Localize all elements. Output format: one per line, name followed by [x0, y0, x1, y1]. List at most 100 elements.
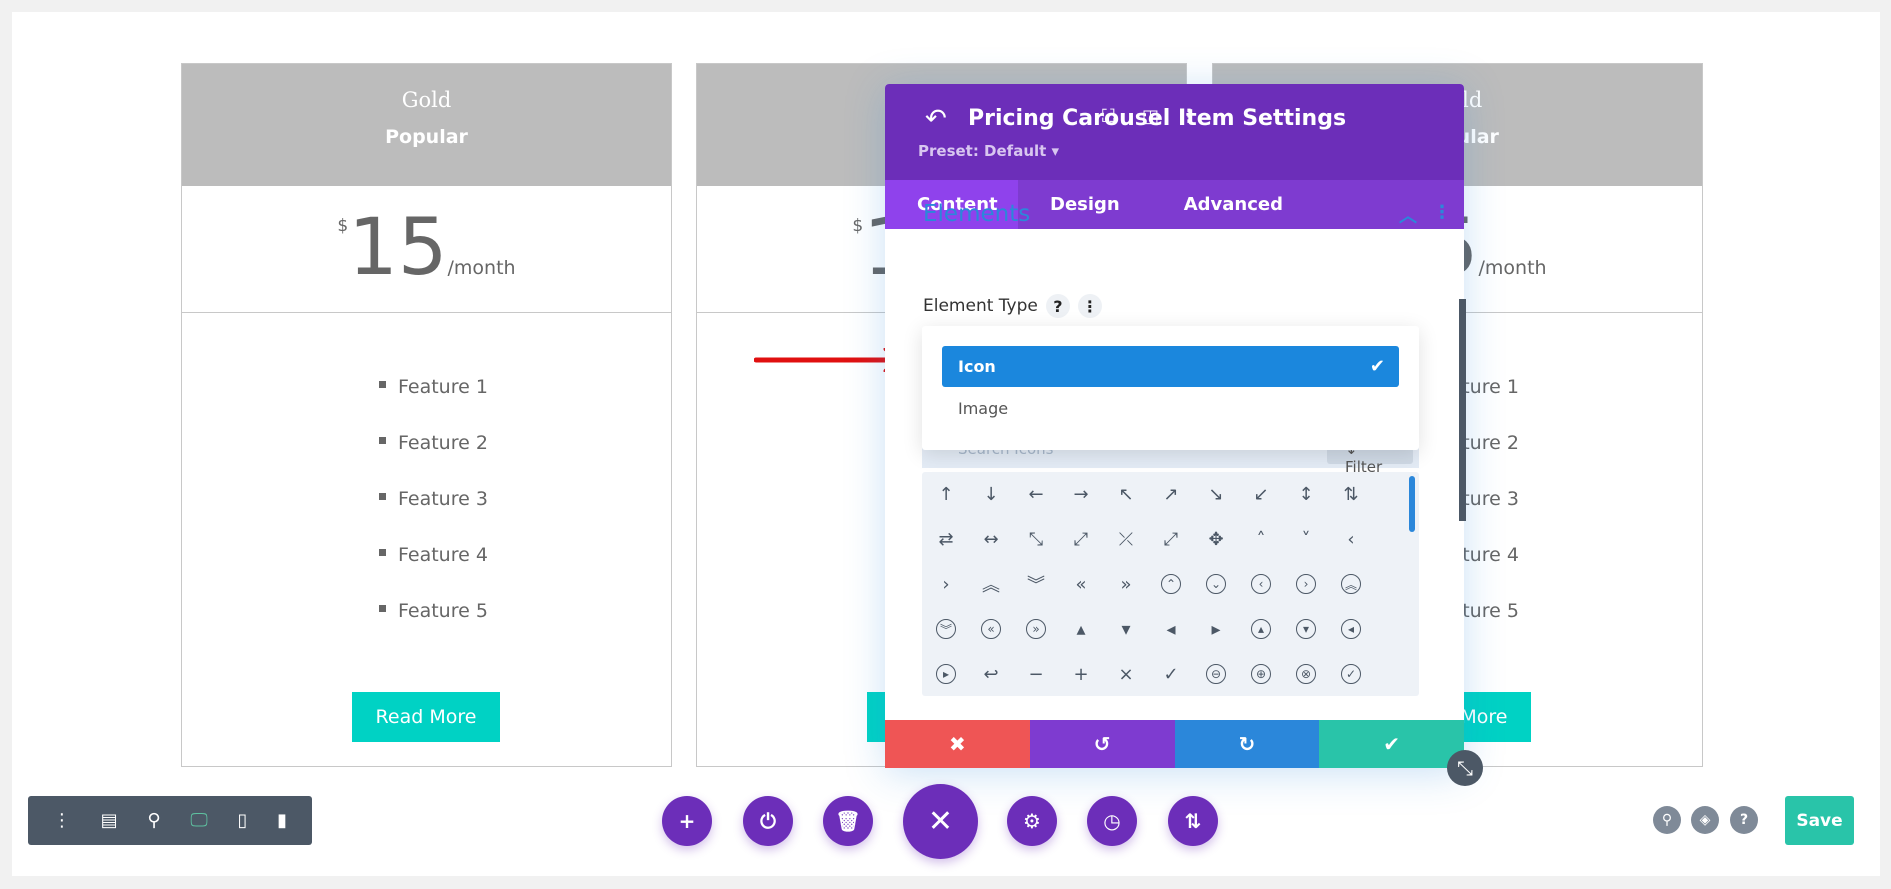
clear-layout-button[interactable]: 🗑	[823, 796, 873, 846]
option-icon[interactable]: Icon ✔	[942, 346, 1399, 387]
circle-minus-icon[interactable]: ⊖	[1206, 664, 1226, 684]
option-label: Image	[958, 399, 1009, 418]
circle-triangle-up-icon[interactable]: ▴	[1251, 619, 1271, 639]
help-icon[interactable]: ?	[1730, 806, 1758, 834]
desktop-view-icon[interactable]: 🖵	[190, 810, 207, 831]
arrow-up-down-icon[interactable]: ↕	[1288, 476, 1324, 512]
arrow-left-right-icon[interactable]: ↔	[973, 521, 1009, 557]
double-chevron-up-icon[interactable]: ︽	[973, 566, 1009, 602]
history-button[interactable]: ◷	[1087, 796, 1137, 846]
more-options-icon[interactable]: ⋮	[1180, 106, 1198, 127]
circle-double-left-icon[interactable]: «	[981, 619, 1001, 639]
expand-diagonal-2-icon[interactable]: ⤢	[1063, 521, 1099, 557]
circle-double-down-icon[interactable]: ︾	[936, 619, 956, 639]
pricing-card: Gold Popular $15/month Feature 1Feature 2…	[181, 63, 672, 767]
phone-view-icon[interactable]: ▮	[277, 810, 287, 831]
undo-icon[interactable]: ↩	[973, 656, 1009, 692]
page-settings-button[interactable]: ⚙	[1007, 796, 1057, 846]
portability-button[interactable]: ⏻	[743, 796, 793, 846]
preset-dropdown[interactable]: Preset: Default ▾	[918, 142, 1059, 160]
period: /month	[1478, 257, 1547, 279]
triangle-up-icon[interactable]: ▴	[1063, 611, 1099, 647]
arrow-up-left-icon[interactable]: ↖	[1108, 476, 1144, 512]
section-title[interactable]: Elements	[923, 201, 1030, 227]
discard-button[interactable]: ✖	[885, 720, 1030, 768]
check-icon[interactable]: ✓	[1153, 656, 1189, 692]
undo-button[interactable]: ↺	[1029, 720, 1175, 768]
redo-button[interactable]: ↻	[1174, 720, 1320, 768]
close-builder-button[interactable]: ✕	[903, 784, 978, 859]
circle-plus-icon[interactable]: ⊕	[1251, 664, 1271, 684]
double-chevron-down-icon[interactable]: ︾	[1018, 566, 1054, 602]
arrow-right-icon[interactable]: →	[1063, 476, 1099, 512]
double-chevron-right-icon[interactable]: »	[1108, 566, 1144, 602]
tab-advanced[interactable]: Advanced	[1152, 180, 1315, 229]
save-changes-button[interactable]: ✔	[1319, 720, 1464, 768]
arrow-down-right-icon[interactable]: ↘	[1198, 476, 1234, 512]
view-toolbar: ⋮ ▤ ⚲ 🖵 ▯ ▮	[28, 796, 312, 845]
circle-triangle-left-icon[interactable]: ◂	[1341, 619, 1361, 639]
chevron-down-icon[interactable]: ˅	[1288, 521, 1324, 557]
circle-chevron-down-icon[interactable]: ⌄	[1206, 574, 1226, 594]
tablet-view-icon[interactable]: ▯	[238, 810, 248, 831]
circle-chevron-right-icon[interactable]: ›	[1296, 574, 1316, 594]
period: /month	[447, 257, 516, 279]
arrows-left-right-icon[interactable]: ⇄	[928, 521, 964, 557]
zoom-icon[interactable]: ⚲	[147, 810, 160, 831]
double-chevron-left-icon[interactable]: «	[1063, 566, 1099, 602]
arrow-left-icon[interactable]: ←	[1018, 476, 1054, 512]
chevron-up-icon[interactable]: ︿	[1399, 202, 1417, 228]
expand-icon[interactable]: ⤢	[1153, 521, 1189, 557]
back-icon[interactable]: ↶	[925, 104, 947, 134]
minus-icon[interactable]: −	[1018, 656, 1054, 692]
feature-item: Feature 4	[379, 544, 671, 600]
resize-handle-icon[interactable]: ⤡	[1447, 750, 1483, 786]
circle-check-icon[interactable]: ✓	[1341, 664, 1361, 684]
modal-footer: ✖ ↺ ↻ ✔	[885, 720, 1464, 768]
arrow-up-icon[interactable]: ↑	[928, 476, 964, 512]
chevron-up-icon[interactable]: ˄	[1243, 521, 1279, 557]
circle-double-up-icon[interactable]: ︽	[1341, 574, 1361, 594]
sidebar-layout-icon[interactable]: ◫	[1142, 106, 1159, 127]
circle-chevron-left-icon[interactable]: ‹	[1251, 574, 1271, 594]
chevron-right-icon[interactable]: ›	[928, 566, 964, 602]
arrow-down-icon[interactable]: ↓	[973, 476, 1009, 512]
help-icon[interactable]: ?	[1045, 294, 1070, 318]
sort-button[interactable]: ⇅	[1168, 796, 1218, 846]
wireframe-icon[interactable]: ▤	[101, 810, 118, 831]
arrow-up-right-icon[interactable]: ↗	[1153, 476, 1189, 512]
circle-close-icon[interactable]: ⊗	[1296, 664, 1316, 684]
triangle-down-icon[interactable]: ▾	[1108, 611, 1144, 647]
circle-triangle-down-icon[interactable]: ▾	[1296, 619, 1316, 639]
option-image[interactable]: Image	[942, 388, 1399, 429]
read-more-button[interactable]: Read More	[352, 692, 500, 742]
tab-design[interactable]: Design	[1018, 180, 1152, 229]
layers-icon[interactable]: ◈	[1691, 806, 1719, 834]
section-options-icon[interactable]: ⋮	[1433, 202, 1451, 223]
save-button[interactable]: Save	[1785, 796, 1854, 845]
triangle-left-icon[interactable]: ◂	[1153, 611, 1189, 647]
menu-dots-icon[interactable]: ⋮	[53, 810, 71, 831]
close-icon[interactable]: ×	[1108, 656, 1144, 692]
add-button[interactable]: +	[662, 796, 712, 846]
field-label: Element Type	[923, 296, 1038, 316]
feature-item: Feature 3	[379, 488, 671, 544]
arrow-down-left-icon[interactable]: ↙	[1243, 476, 1279, 512]
move-icon[interactable]: ✥	[1198, 521, 1234, 557]
plus-icon[interactable]: +	[1063, 656, 1099, 692]
triangle-right-icon[interactable]: ▸	[1198, 611, 1234, 647]
arrows-up-down-icon[interactable]: ⇅	[1333, 476, 1369, 512]
modal-scrollbar[interactable]	[1459, 299, 1466, 521]
field-options-icon[interactable]: ⋮	[1077, 294, 1102, 318]
circle-chevron-up-icon[interactable]: ⌃	[1161, 574, 1181, 594]
icon-picker-grid: ↑ ↓ ← → ↖ ↗ ↘ ↙ ↕ ⇅ ⇄ ↔ ⤡ ⤢ ⤫ ⤢ ✥ ˄ ˅ ‹ › ︽ ︾ «» ⌃ ⌄ ‹ › ︽ ︾ «» ▴ ▾ ◂ ▸ ▴ ▾ ◂…	[922, 472, 1419, 696]
grid-scrollbar[interactable]	[1409, 476, 1415, 532]
card-subtitle: Popular	[385, 126, 468, 148]
circle-double-right-icon[interactable]: »	[1026, 619, 1046, 639]
expand-diagonal-icon[interactable]: ⤡	[1018, 521, 1054, 557]
chevron-left-icon[interactable]: ‹	[1333, 521, 1369, 557]
circle-triangle-right-icon[interactable]: ▸	[936, 664, 956, 684]
compress-icon[interactable]: ⤫	[1108, 521, 1144, 557]
search-icon[interactable]: ⚲	[1653, 806, 1681, 834]
fullscreen-icon[interactable]: ⛶	[1102, 106, 1115, 127]
